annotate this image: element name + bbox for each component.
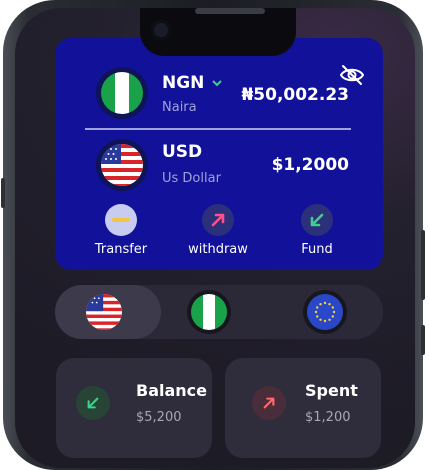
primary-currency-code[interactable]: NGN: [162, 73, 223, 93]
balance-stat-card[interactable]: Balance $5,200: [56, 358, 212, 458]
camera-icon: [151, 20, 171, 40]
withdraw-button[interactable]: withdraw: [178, 204, 258, 257]
phone-screen: Naira, USD wallet NGN: [15, 8, 415, 468]
fund-button[interactable]: Fund: [277, 204, 357, 257]
arrow-up-right-icon: [202, 204, 234, 236]
primary-currency-name: Naira: [162, 100, 197, 115]
spent-stat-title: Spent: [305, 381, 358, 400]
side-button-right: [421, 230, 425, 300]
eu-flag-icon[interactable]: [307, 294, 343, 330]
eye-off-icon[interactable]: [338, 63, 366, 87]
nigeria-flag-icon[interactable]: [191, 294, 227, 330]
transfer-button[interactable]: Transfer: [81, 204, 161, 257]
primary-amount: ₦50,002.23: [241, 85, 349, 105]
us-flag-icon: [101, 144, 143, 186]
secondary-currency-name: Us Dollar: [162, 171, 221, 186]
arrow-up-right-icon: [252, 386, 286, 420]
transfer-icon: [105, 204, 137, 236]
arrow-down-left-icon: [301, 204, 333, 236]
primary-code-text: NGN: [162, 73, 205, 93]
transfer-label: Transfer: [94, 242, 148, 257]
balance-card: Naira, USD wallet NGN: [55, 38, 383, 270]
arrow-down-left-icon: [76, 386, 110, 420]
withdraw-label: withdraw: [188, 242, 248, 257]
card-divider: [85, 128, 351, 130]
spent-stat-value: $1,200: [305, 410, 351, 425]
balance-stat-title: Balance: [136, 381, 207, 400]
nigeria-flag-icon: [101, 72, 143, 114]
fund-label: Fund: [301, 242, 333, 257]
currency-switcher: [55, 285, 383, 339]
spent-stat-card[interactable]: Spent $1,200: [225, 358, 381, 458]
secondary-amount: $1,2000: [271, 155, 349, 175]
phone-frame: Naira, USD wallet NGN: [1, 0, 425, 470]
speaker-grille: [195, 8, 265, 14]
side-button-right-small: [421, 325, 425, 355]
balance-stat-value: $5,200: [136, 410, 182, 425]
chevron-down-icon[interactable]: [212, 79, 223, 87]
us-flag-icon[interactable]: [86, 294, 122, 330]
secondary-currency-code[interactable]: USD: [162, 142, 202, 162]
side-button-left: [1, 178, 5, 208]
